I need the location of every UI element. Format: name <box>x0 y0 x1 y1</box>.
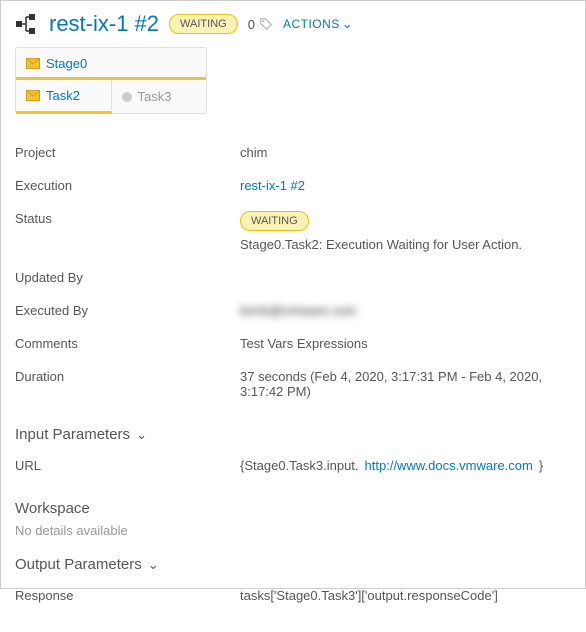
value-duration: 37 seconds (Feb 4, 2020, 3:17:31 PM - Fe… <box>240 369 571 399</box>
status-text: Stage0.Task2: Execution Waiting for User… <box>240 237 522 252</box>
label-execution: Execution <box>15 178 240 193</box>
status-badge: WAITING <box>169 14 238 34</box>
stage-block: Stage0 Task2 Task3 <box>15 47 207 114</box>
input-parameters-header[interactable]: Input Parameters ⌄ <box>15 426 571 443</box>
chevron-down-icon: ⌄ <box>148 557 159 573</box>
label-url: URL <box>15 458 240 473</box>
row-updated-by: Updated By <box>15 261 571 294</box>
output-parameters-header[interactable]: Output Parameters ⌄ <box>15 556 571 573</box>
workspace-subtext: No details available <box>15 523 571 538</box>
row-url: URL {Stage0.Task3.input. http://www.docs.… <box>15 449 571 482</box>
row-execution: Execution rest-ix-1 #2 <box>15 169 571 202</box>
row-status: Status WAITING Stage0.Task2: Execution W… <box>15 202 571 261</box>
url-link[interactable]: http://www.docs.vmware.com <box>365 458 533 473</box>
row-response: Response tasks['Stage0.Task3']['output.r… <box>15 579 571 612</box>
tag-icon <box>259 17 273 31</box>
tasks-row: Task2 Task3 <box>16 80 206 113</box>
tag-count-value: 0 <box>248 17 255 32</box>
page-title[interactable]: rest-ix-1 #2 <box>49 11 159 37</box>
value-response: tasks['Stage0.Task3']['output.responseCo… <box>240 588 498 603</box>
task-label: Task2 <box>46 88 80 103</box>
label-status: Status <box>15 211 240 226</box>
stage-name: Stage0 <box>46 56 87 71</box>
label-updated-by: Updated By <box>15 270 240 285</box>
stage-header[interactable]: Stage0 <box>16 48 206 80</box>
row-executed-by: Executed By kerrb@vmware.com <box>15 294 571 327</box>
row-comments: Comments Test Vars Expressions <box>15 327 571 360</box>
idle-icon <box>122 92 132 102</box>
task-task2[interactable]: Task2 <box>16 80 112 114</box>
url-suffix: } <box>539 458 543 473</box>
output-parameters-title: Output Parameters <box>15 556 142 573</box>
task-task3[interactable]: Task3 <box>112 80 207 113</box>
value-comments: Test Vars Expressions <box>240 336 368 351</box>
chevron-down-icon: ⌄ <box>136 427 147 443</box>
workspace-header: Workspace <box>15 500 571 517</box>
envelope-icon <box>26 90 40 101</box>
envelope-icon <box>26 58 40 69</box>
label-executed-by: Executed By <box>15 303 240 318</box>
actions-label: ACTIONS <box>283 17 340 31</box>
label-response: Response <box>15 588 240 603</box>
value-url: {Stage0.Task3.input. http://www.docs.vmwa… <box>240 458 543 473</box>
page-header: rest-ix-1 #2 WAITING 0 ACTIONS ⌄ <box>15 11 571 37</box>
value-execution[interactable]: rest-ix-1 #2 <box>240 178 305 193</box>
actions-dropdown[interactable]: ACTIONS ⌄ <box>283 16 353 32</box>
status-badge-inline: WAITING <box>240 211 309 231</box>
label-project: Project <box>15 145 240 160</box>
workspace-title: Workspace <box>15 500 90 517</box>
label-duration: Duration <box>15 369 240 384</box>
row-project: Project chim <box>15 136 571 169</box>
value-executed-by: kerrb@vmware.com <box>240 303 357 318</box>
url-prefix: {Stage0.Task3.input. <box>240 458 359 473</box>
tag-count: 0 <box>248 17 273 32</box>
input-parameters-title: Input Parameters <box>15 426 130 443</box>
task-label: Task3 <box>138 89 172 104</box>
pipeline-icon <box>15 12 39 36</box>
row-duration: Duration 37 seconds (Feb 4, 2020, 3:17:3… <box>15 360 571 408</box>
label-comments: Comments <box>15 336 240 351</box>
chevron-down-icon: ⌄ <box>342 16 353 32</box>
value-project: chim <box>240 145 267 160</box>
